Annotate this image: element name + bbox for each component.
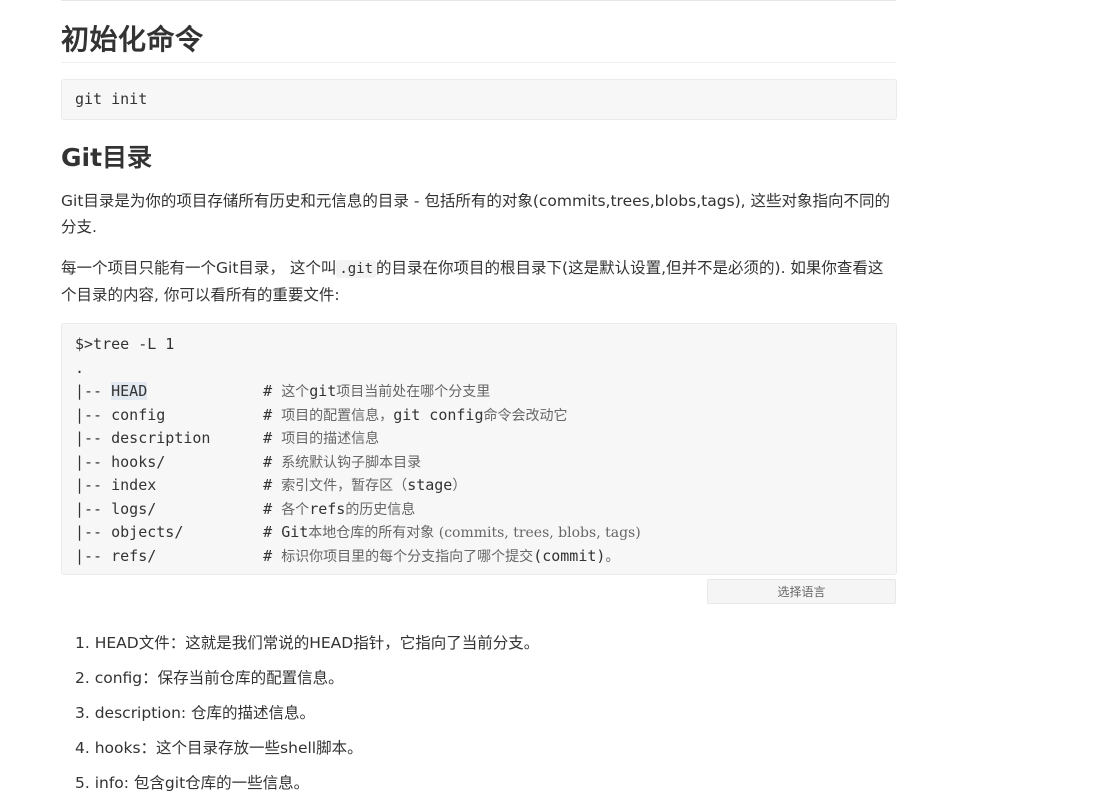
paragraph-git-dir-location: 每一个项目只能有一个Git目录， 这个叫 .git 的目录在你项目的根目录下(这是默… [61, 255, 897, 308]
list-item: 5. info: 包含git仓库的一些信息。 [75, 774, 310, 792]
tree-comment: 项目的配置信息，git config命令会改动它 [281, 405, 568, 424]
comment-hash: # [263, 546, 282, 565]
tree-entry-name: description [111, 429, 211, 447]
comment-hash: # [263, 499, 282, 518]
comment-hash: # [263, 523, 282, 541]
list-item: 4. hooks：这个目录存放一些shell脚本。 [75, 739, 363, 757]
tree-row: |-- logs/ # 各个refs的历史信息 [75, 498, 415, 523]
para2-text-before: 每一个项目只能有一个Git目录， 这个叫 [61, 259, 337, 277]
tree-comment: Git本地仓库的所有对象 (commits, trees, blobs, tag… [281, 523, 641, 541]
tree-entry-name: config [111, 405, 166, 424]
code-line-init: git init [75, 90, 148, 108]
tree-comment: 系统默认钩子脚本目录 [281, 454, 422, 471]
tree-entry-name: refs/ [111, 546, 157, 565]
list-item: 1. HEAD文件：这就是我们常说的HEAD指针，它指向了当前分支。 [75, 634, 540, 652]
tree-prefix: |-- [75, 546, 112, 565]
tree-dot: . [75, 359, 85, 377]
tree-entry-name: HEAD [111, 382, 148, 400]
tree-row: |-- refs/ # 标识你项目里的每个分支指向了哪个提交(commit)。 [75, 545, 619, 570]
tree-comment: 项目的描述信息 [281, 431, 380, 447]
tree-comment: 这个git项目当前处在哪个分支里 [281, 382, 491, 400]
tree-prefix: |-- [75, 452, 112, 471]
tree-row: |-- hooks/ # 系统默认钩子脚本目录 [75, 451, 421, 476]
comment-hash: # [263, 476, 282, 494]
heading-git-dir: Git目录 [61, 143, 153, 172]
tree-comment: 各个refs的历史信息 [281, 499, 416, 518]
code-block-tree: $>tree -L 1 . |-- HEAD # 这个git项目当前处在哪个分支里… [61, 323, 897, 575]
tree-row: |-- config # 项目的配置信息，git config命令会改动它 [75, 404, 568, 429]
tree-entry-name: index [111, 476, 157, 494]
tree-prefix: |-- [75, 382, 112, 400]
heading-init: 初始化命令 [61, 23, 204, 56]
tree-command: $>tree -L 1 [75, 335, 175, 353]
tree-prefix: |-- [75, 405, 112, 424]
inline-code-git: .git [336, 260, 377, 278]
tree-prefix: |-- [75, 476, 112, 494]
tree-comment: 标识你项目里的每个分支指向了哪个提交(commit)。 [281, 546, 620, 565]
tree-entry-name: objects/ [111, 523, 184, 541]
comment-hash: # [263, 382, 282, 400]
top-divider [61, 0, 896, 1]
tree-prefix: |-- [75, 429, 112, 447]
tree-row: |-- index # 索引文件，暂存区（stage） [75, 474, 466, 499]
tree-comment: 索引文件，暂存区（stage） [281, 476, 467, 494]
heading-divider [61, 62, 896, 63]
comment-hash: # [263, 452, 282, 471]
tree-row: |-- description # 项目的描述信息 [75, 427, 379, 452]
list-item: 3. description: 仓库的描述信息。 [75, 704, 316, 722]
tree-prefix: |-- [75, 523, 112, 541]
comment-hash: # [263, 429, 282, 447]
tree-entry-name: logs/ [111, 499, 157, 518]
tree-row: |-- objects/ # Git本地仓库的所有对象 (commits, tre… [75, 521, 641, 546]
git-files-list: 1. HEAD文件：这就是我们常说的HEAD指针，它指向了当前分支。 2. co… [75, 628, 539, 803]
comment-hash: # [263, 405, 282, 424]
code-block-init: git init [61, 79, 897, 120]
list-item: 2. config：保存当前仓库的配置信息。 [75, 669, 344, 687]
tree-prefix: |-- [75, 499, 112, 518]
select-language-button[interactable]: 选择语言 [707, 579, 896, 604]
tree-row: |-- HEAD # 这个git项目当前处在哪个分支里 [75, 380, 490, 405]
tree-entry-name: hooks/ [111, 452, 166, 471]
paragraph-git-dir-intro: Git目录是为你的项目存储所有历史和元信息的目录 - 包括所有的对象(commi… [61, 192, 891, 236]
